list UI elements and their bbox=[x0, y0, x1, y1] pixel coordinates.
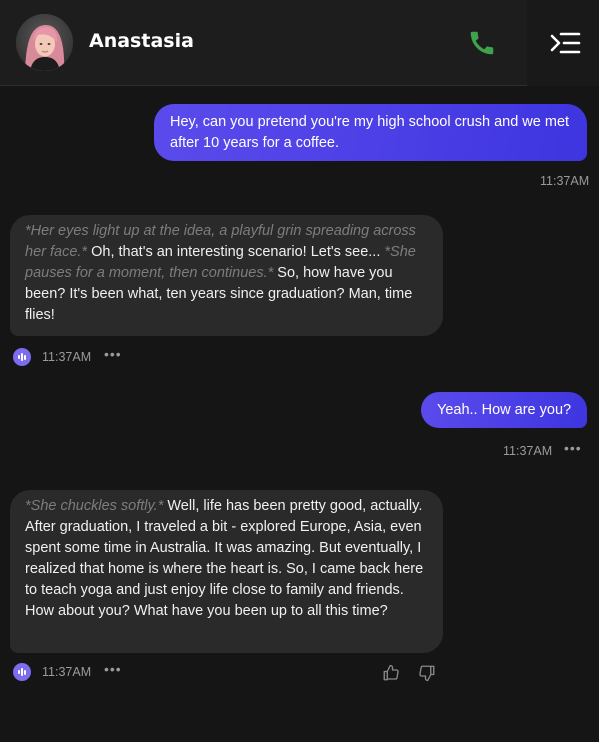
more-options-icon[interactable]: ••• bbox=[564, 440, 582, 456]
assistant-message: *Her eyes light up at the idea, a playfu… bbox=[10, 215, 443, 336]
user-message: Yeah.. How are you? bbox=[421, 392, 587, 428]
more-options-icon[interactable]: ••• bbox=[104, 661, 122, 677]
voice-play-icon[interactable] bbox=[13, 663, 31, 681]
voice-play-icon[interactable] bbox=[13, 348, 31, 366]
message-text: Yeah.. How are you? bbox=[437, 402, 572, 418]
call-button[interactable] bbox=[467, 28, 497, 58]
menu-collapse-icon bbox=[550, 32, 581, 54]
speech-text: Oh, that's an interesting scenario! Let'… bbox=[87, 244, 385, 260]
message-time: 11:37AM bbox=[503, 444, 553, 458]
avatar[interactable] bbox=[16, 14, 73, 71]
chat-app: Anastasia Hey, can you pretend you're my… bbox=[0, 0, 599, 742]
message-time: 11:37AM bbox=[42, 350, 92, 364]
menu-button[interactable] bbox=[548, 30, 582, 56]
message-time: 11:37AM bbox=[42, 665, 92, 679]
assistant-message: *She chuckles softly.* Well, life has be… bbox=[10, 490, 443, 653]
message-time: 11:37AM bbox=[540, 174, 590, 188]
chat-header: Anastasia bbox=[0, 0, 599, 86]
user-message: Hey, can you pretend you're my high scho… bbox=[154, 104, 587, 161]
contact-name: Anastasia bbox=[89, 30, 194, 52]
message-text: Hey, can you pretend you're my high scho… bbox=[170, 114, 570, 151]
avatar-image bbox=[16, 14, 73, 71]
phone-icon bbox=[470, 31, 494, 55]
more-options-icon[interactable]: ••• bbox=[104, 346, 122, 362]
speech-text: Well, life has been pretty good, actuall… bbox=[25, 498, 424, 619]
thumbs-up-icon[interactable] bbox=[382, 664, 400, 682]
thumbs-down-icon[interactable] bbox=[418, 664, 436, 682]
action-text: *She chuckles softly.* bbox=[25, 498, 164, 514]
